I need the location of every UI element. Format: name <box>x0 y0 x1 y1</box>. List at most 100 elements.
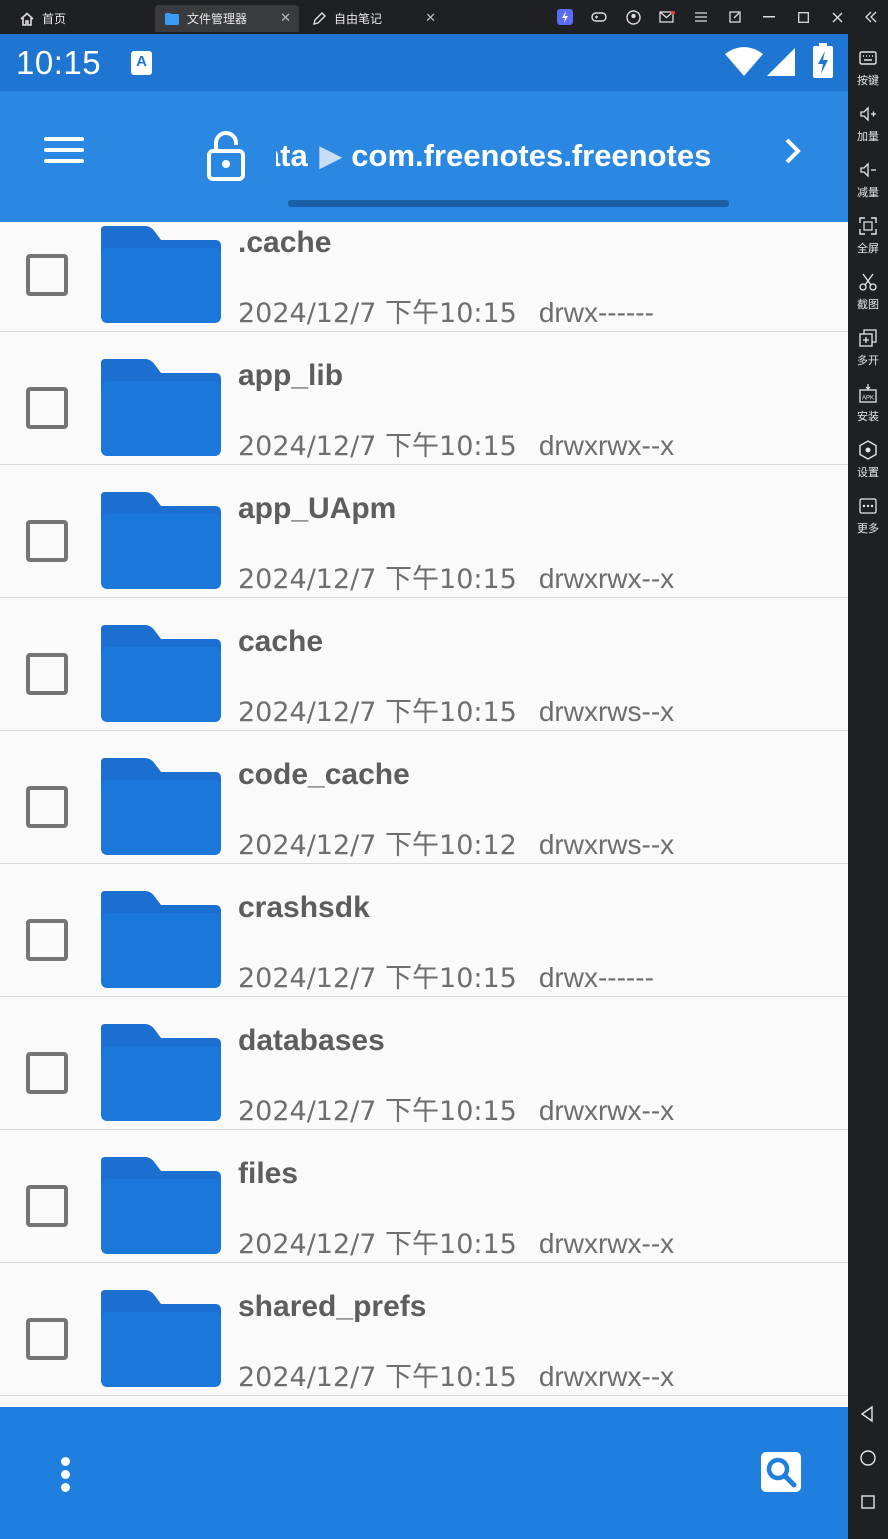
mail-icon[interactable] <box>650 0 684 34</box>
file-row[interactable]: shared_prefs 2024/12/7 下午10:15 drwxrwx--x <box>0 1263 848 1396</box>
file-permissions: drwx------ <box>538 962 654 993</box>
file-name: files <box>238 1157 299 1190</box>
select-checkbox[interactable] <box>26 254 68 296</box>
search-icon <box>766 1457 797 1488</box>
sidebar-item-label: 全屏 <box>857 242 879 255</box>
file-permissions: drwxrwx--x <box>538 563 675 594</box>
more-vert-icon[interactable] <box>61 1457 73 1497</box>
home-nav-button[interactable] <box>848 1438 888 1478</box>
tab-home[interactable]: 首页 <box>10 5 150 32</box>
file-row[interactable]: .cache 2024/12/7 下午10:15 drwx------ <box>0 222 848 332</box>
boost-icon[interactable] <box>548 0 582 34</box>
minimize-icon[interactable] <box>752 0 786 34</box>
file-meta: 2024/12/7 下午10:15 drwx------ <box>238 956 654 995</box>
window-controls <box>548 0 888 34</box>
drawer-menu-button[interactable] <box>44 137 90 173</box>
back-button[interactable] <box>848 1394 888 1434</box>
menu-icon-line <box>44 148 84 152</box>
tab-file-manager[interactable]: 文件管理器 ✕ <box>155 5 299 32</box>
select-checkbox[interactable] <box>26 520 68 562</box>
home-nav-icon <box>860 1450 876 1466</box>
search-button[interactable] <box>761 1452 801 1492</box>
tab-label: 自由笔记 <box>334 12 383 26</box>
file-row[interactable]: databases 2024/12/7 下午10:15 drwxrwx--x <box>0 997 848 1130</box>
svg-text:APK: APK <box>862 396 874 402</box>
file-name: cache <box>238 625 324 658</box>
bottom-toolbar <box>0 1407 848 1539</box>
back-icon <box>860 1405 873 1423</box>
file-date: 2024/12/7 下午10:12 <box>238 830 517 861</box>
folder-icon <box>101 758 221 855</box>
sidebar-item-volume-up[interactable]: 加量 <box>848 104 888 160</box>
select-checkbox[interactable] <box>26 387 68 429</box>
sidebar-item-keyboard[interactable]: 按键 <box>848 48 888 104</box>
account-icon[interactable] <box>616 0 650 34</box>
file-meta: 2024/12/7 下午10:15 drwx------ <box>238 291 654 330</box>
file-row[interactable]: crashsdk 2024/12/7 下午10:15 drwx------ <box>0 864 848 997</box>
maximize-icon[interactable] <box>786 0 820 34</box>
hamburger-icon[interactable] <box>684 0 718 34</box>
close-window-icon[interactable] <box>820 0 854 34</box>
file-meta: 2024/12/7 下午10:15 drwxrws--x <box>238 690 674 729</box>
chevron-right-icon[interactable] <box>782 131 814 181</box>
recents-icon <box>861 1495 875 1509</box>
sidebar-item-label: 按键 <box>857 74 879 87</box>
file-meta: 2024/12/7 下午10:12 drwxrws--x <box>238 823 674 862</box>
folder-icon <box>101 625 221 722</box>
pen-app-icon <box>312 11 326 26</box>
sidebar-item-settings[interactable]: 设置 <box>848 440 888 496</box>
select-checkbox[interactable] <box>26 1052 68 1094</box>
emulator-titlebar: 首页 文件管理器 ✕ 自由笔记 ✕ <box>0 0 888 34</box>
file-meta: 2024/12/7 下午10:15 drwxrwx--x <box>238 1222 674 1261</box>
sidebar-item-apk-install[interactable]: APK 安装 <box>848 384 888 440</box>
breadcrumb-indicator <box>288 200 729 207</box>
unlock-icon[interactable] <box>206 131 246 181</box>
home-icon <box>20 11 34 26</box>
tab-free-notes[interactable]: 自由笔记 ✕ <box>302 5 444 32</box>
select-checkbox[interactable] <box>26 653 68 695</box>
breadcrumb-item-current[interactable]: com.freenotes.freenotes <box>351 138 711 173</box>
popout-icon[interactable] <box>718 0 752 34</box>
file-date: 2024/12/7 下午10:15 <box>238 564 517 595</box>
app-toolbar: data ▶ com.freenotes.freenotes <box>0 91 848 222</box>
file-row[interactable]: files 2024/12/7 下午10:15 drwxrwx--x <box>0 1130 848 1263</box>
sidebar-item-scissors[interactable]: 截图 <box>848 272 888 328</box>
signal-icon <box>767 48 795 76</box>
collapse-sidebar-icon[interactable] <box>854 0 888 34</box>
phone-screen: 10:15 A data ▶ com.freenotes.freenotes <box>0 34 848 1539</box>
select-checkbox[interactable] <box>26 1318 68 1360</box>
file-permissions: drwxrwx--x <box>538 1361 675 1392</box>
select-checkbox[interactable] <box>26 1185 68 1227</box>
fullscreen-icon <box>859 217 877 235</box>
sidebar-item-fullscreen[interactable]: 全屏 <box>848 216 888 272</box>
select-checkbox[interactable] <box>26 919 68 961</box>
emulator-sidebar: 按键加量 减量全屏截图多开 APK 安装 设置更多 <box>848 34 888 1539</box>
file-date: 2024/12/7 下午10:15 <box>238 1362 517 1393</box>
keyboard-icon <box>859 51 877 65</box>
sidebar-item-label: 截图 <box>857 298 879 311</box>
file-permissions: drwxrws--x <box>538 696 675 727</box>
sidebar-item-multi-instance[interactable]: 多开 <box>848 328 888 384</box>
close-icon[interactable]: ✕ <box>280 11 291 26</box>
sidebar-item-volume-down[interactable]: 减量 <box>848 160 888 216</box>
file-meta: 2024/12/7 下午10:15 drwxrwx--x <box>238 424 674 463</box>
file-meta: 2024/12/7 下午10:15 drwxrwx--x <box>238 557 674 596</box>
gamepad-icon[interactable] <box>582 0 616 34</box>
select-checkbox[interactable] <box>26 786 68 828</box>
sidebar-item-label: 更多 <box>857 522 879 535</box>
file-row[interactable]: cache 2024/12/7 下午10:15 drwxrws--x <box>0 598 848 731</box>
tab-label: 首页 <box>42 12 67 26</box>
folder-icon <box>101 492 221 589</box>
file-row[interactable]: app_UApm 2024/12/7 下午10:15 drwxrwx--x <box>0 465 848 598</box>
breadcrumb-item-data[interactable]: data <box>276 138 308 173</box>
sidebar-item-more[interactable]: 更多 <box>848 496 888 552</box>
file-row[interactable]: code_cache 2024/12/7 下午10:12 drwxrws--x <box>0 731 848 864</box>
file-row[interactable]: app_lib 2024/12/7 下午10:15 drwxrwx--x <box>0 332 848 465</box>
file-name: .cache <box>238 226 332 259</box>
close-icon[interactable]: ✕ <box>425 11 436 26</box>
settings-icon <box>859 440 877 460</box>
more-icon <box>859 498 877 514</box>
file-date: 2024/12/7 下午10:15 <box>238 1096 517 1127</box>
folder-icon <box>101 359 221 456</box>
recents-button[interactable] <box>848 1482 888 1522</box>
